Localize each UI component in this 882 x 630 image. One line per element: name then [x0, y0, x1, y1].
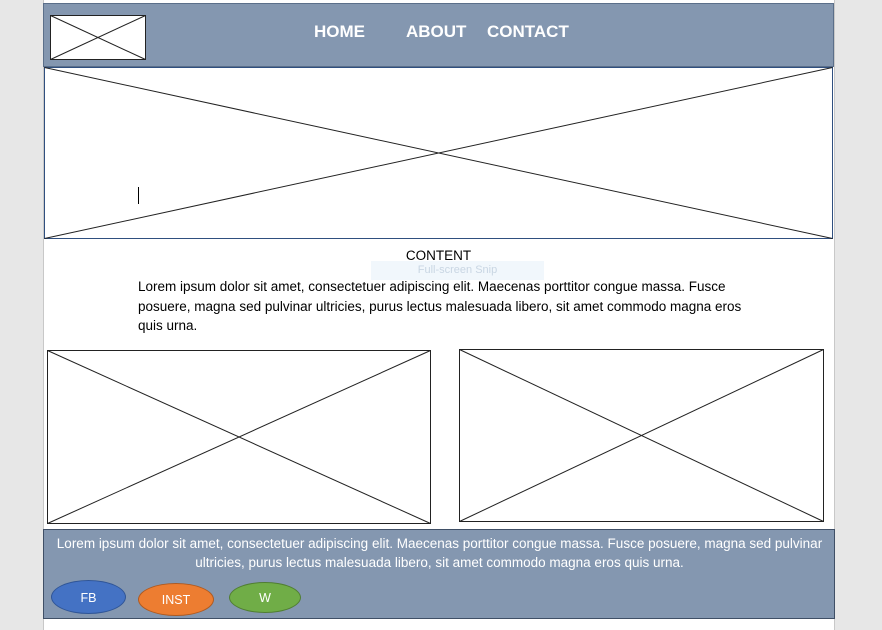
nav-about[interactable]: ABOUT	[406, 22, 466, 42]
content-paragraph: Lorem ipsum dolor sit amet, consectetuer…	[138, 279, 742, 333]
instagram-button[interactable]: INST	[138, 583, 214, 616]
image-placeholder-icon	[47, 350, 431, 524]
w-button[interactable]: W	[229, 582, 301, 613]
nav-contact[interactable]: CONTACT	[487, 22, 569, 42]
image-placeholder-icon	[459, 349, 824, 522]
nav-home[interactable]: HOME	[314, 22, 365, 42]
image-placeholder-icon	[44, 67, 833, 239]
footer-paragraph: Lorem ipsum dolor sit amet, consectetuer…	[56, 536, 823, 570]
right-image-placeholder	[459, 349, 824, 522]
image-placeholder-icon	[50, 15, 146, 60]
hero-image-placeholder	[44, 67, 833, 239]
facebook-button[interactable]: FB	[51, 580, 126, 614]
logo-placeholder	[50, 15, 146, 60]
left-image-placeholder	[47, 350, 431, 524]
text-cursor	[138, 187, 139, 204]
